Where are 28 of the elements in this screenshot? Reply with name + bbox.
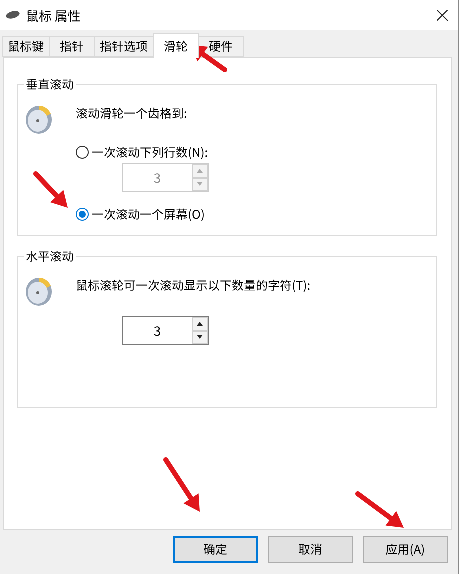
mouse-icon [6,11,20,19]
pointer-arrow [164,458,200,512]
tab[interactable]: 鼠标键 [2,36,50,57]
dialog-button[interactable]: 取消 [268,536,353,563]
close-icon[interactable] [437,10,448,20]
radio-option[interactable]: 一次滚动一个屏幕(O) [76,206,206,223]
spin-down-button[interactable] [192,330,208,344]
tab[interactable]: 指针 [49,36,96,57]
group-title: 水平滚动 [25,248,76,265]
number-spinner[interactable]: 3 [122,316,209,345]
tab[interactable]: 滑轮 [153,33,200,58]
up-triangle-icon [197,168,203,173]
mouse-wheel-icon [24,275,54,307]
up-triangle-icon [197,322,203,326]
pointer-arrow [34,172,68,208]
mouse-wheel-icon [24,103,54,135]
group-title: 垂直滚动 [25,76,76,93]
pointer-arrow [356,492,404,528]
window-title: 鼠标 属性 [26,6,82,24]
spin-up-button[interactable] [192,317,208,330]
tab[interactable]: 指针选项 [94,36,154,57]
down-triangle-icon [197,335,203,340]
dialog-button[interactable]: 应用(A) [363,536,448,563]
radio-option[interactable]: 一次滚动下列行数(N): [76,144,208,161]
prompt-label: 滚动滑轮一个齿格到: [76,105,188,122]
dialog-button[interactable]: 确定 [173,536,258,563]
prompt-label: 鼠标滚轮可一次滚动显示以下数量的字符(T): [76,277,311,294]
down-triangle-icon [197,182,203,186]
